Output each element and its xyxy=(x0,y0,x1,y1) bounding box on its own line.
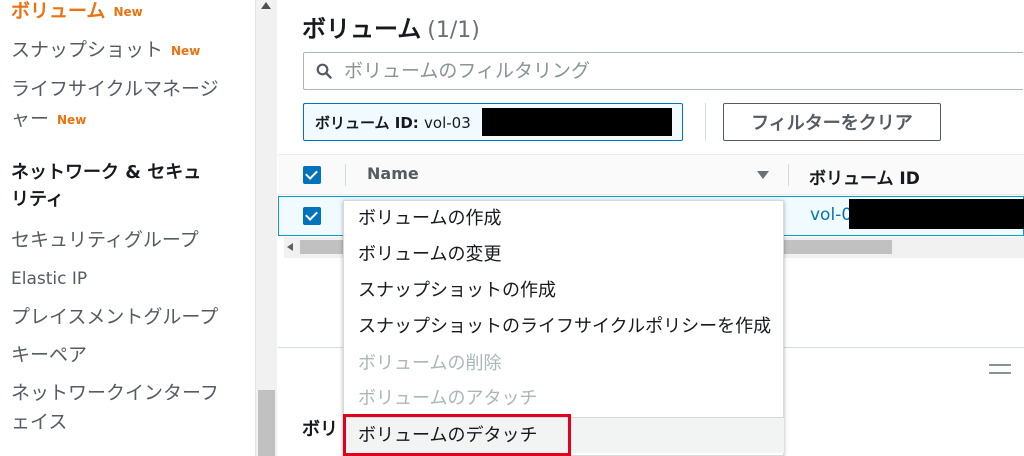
scroll-up-arrow-icon[interactable] xyxy=(261,2,271,9)
column-divider xyxy=(788,164,789,186)
highlight-annotation-box xyxy=(343,414,571,456)
menu-item-create-volume[interactable]: ボリュームの作成 xyxy=(344,201,784,237)
column-divider xyxy=(345,164,346,186)
redaction-box xyxy=(482,108,672,136)
menu-item-attach-volume: ボリュームのアタッチ xyxy=(358,388,538,409)
filter-input[interactable] xyxy=(344,57,1004,85)
resize-handle-icon[interactable] xyxy=(989,364,1011,374)
sidebar-item-lifecycle-manager-cont[interactable]: ャー New xyxy=(11,101,86,138)
sidebar-item-placement-groups[interactable]: プレイスメントグループ xyxy=(11,299,218,335)
sidebar-scrollbar[interactable] xyxy=(255,0,277,456)
menu-item-delete-volume: ボリュームの削除 xyxy=(358,353,502,374)
selection-count: (1/1) xyxy=(427,18,480,43)
divider xyxy=(705,103,706,141)
filter-token-key: ボリューム ID: xyxy=(315,114,419,132)
sidebar-item-label: ライフサイクルマネージ xyxy=(11,78,219,100)
section-heading-network-security: ネットワーク & セキュ xyxy=(11,162,202,183)
search-icon xyxy=(316,63,332,79)
filter-token-text: ボリューム ID: vol-03 xyxy=(315,112,471,133)
sort-descending-icon[interactable] xyxy=(757,171,769,179)
filter-token[interactable]: ボリューム ID: vol-03 xyxy=(303,103,683,141)
menu-item-modify-volume[interactable]: ボリュームの変更 xyxy=(344,237,784,273)
scroll-left-arrow-icon[interactable] xyxy=(287,243,293,251)
sidebar-item-label: ボリューム xyxy=(11,0,106,22)
sidebar-item-snapshots[interactable]: スナップショット New xyxy=(11,32,200,69)
menu-item-create-snapshot-lifecycle-policy[interactable]: スナップショットのライフサイクルポリシーを作成 xyxy=(344,309,784,345)
sidebar: ボリューム New スナップショット New ライフサイクルマネージ ャー New ネ… xyxy=(0,0,255,456)
clear-filters-button[interactable]: フィルターをクリア xyxy=(723,103,941,141)
new-badge: New xyxy=(57,112,87,127)
column-header-volume-id[interactable]: ボリューム ID xyxy=(809,164,920,189)
sidebar-item-elastic-ip[interactable]: Elastic IP xyxy=(11,261,87,297)
page-title: ボリューム (1/1) xyxy=(302,9,480,44)
detail-panel-title: ボリ xyxy=(302,419,338,440)
select-all-checkbox-checked-icon[interactable] xyxy=(303,166,321,184)
sidebar-scrollbar-thumb[interactable] xyxy=(258,390,275,456)
page-title-text: ボリューム xyxy=(302,15,422,43)
sidebar-item-network-interfaces-cont[interactable]: ェイス xyxy=(11,404,67,440)
table-header: Name ボリューム ID xyxy=(278,155,1024,195)
sidebar-item-key-pairs[interactable]: キーペア xyxy=(11,337,87,373)
filter-token-value: vol-03 xyxy=(424,114,471,132)
column-header-name[interactable]: Name xyxy=(367,164,419,183)
sidebar-item-label: スナップショット xyxy=(11,39,164,61)
sidebar-item-volumes[interactable]: ボリューム New xyxy=(11,0,143,30)
volume-id-link[interactable]: vol-0 xyxy=(810,205,852,225)
sidebar-item-security-groups[interactable]: セキュリティグループ xyxy=(11,222,199,258)
new-badge: New xyxy=(171,43,201,58)
new-badge: New xyxy=(113,4,143,19)
redaction-box xyxy=(849,199,1024,229)
sidebar-item-label: ャー xyxy=(11,108,50,130)
filter-box[interactable] xyxy=(303,52,1023,90)
row-checkbox-checked-icon[interactable] xyxy=(303,207,321,225)
section-heading-network-security-cont: リティ xyxy=(11,189,64,210)
menu-item-create-snapshot[interactable]: スナップショットの作成 xyxy=(344,273,784,309)
